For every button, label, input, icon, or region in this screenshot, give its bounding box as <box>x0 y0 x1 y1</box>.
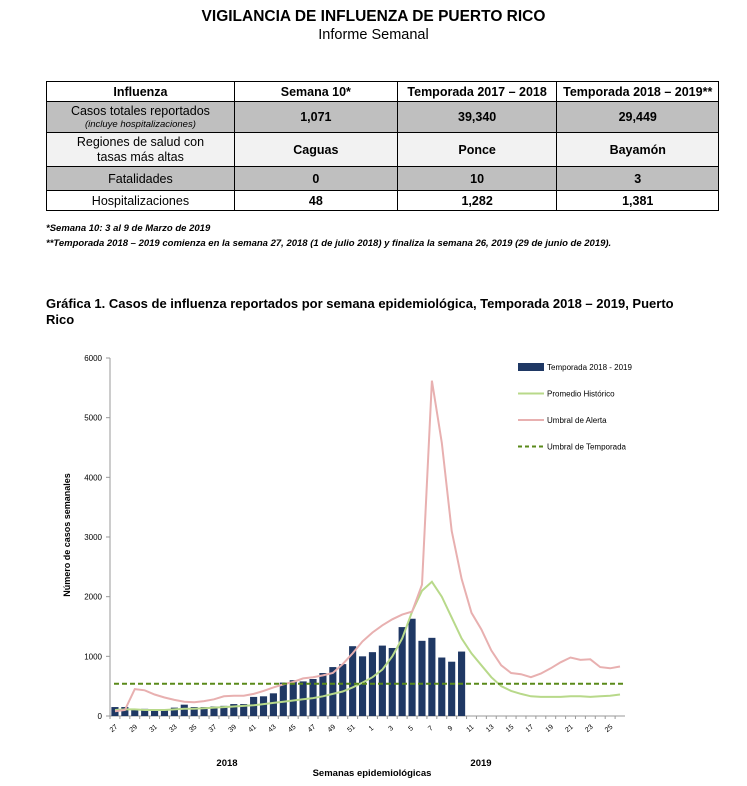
bar <box>448 661 456 716</box>
table-row: Fatalidades 0 10 3 <box>46 166 719 191</box>
year-label-2019: 2019 <box>470 758 491 769</box>
table-cell: 1,282 <box>396 190 558 211</box>
y-tick-label: 0 <box>98 712 103 721</box>
x-tick-label: 45 <box>287 724 298 734</box>
y-tick-label: 2000 <box>84 593 102 602</box>
influenza-chart: 010002000300040005000600027 29 31 33 35 37 39 4… <box>62 354 633 779</box>
footnote-season: **Temporada 2018 – 2019 comienza en la s… <box>46 238 612 249</box>
y-tick-label: 3000 <box>84 533 102 542</box>
x-tick-label: 47 <box>307 724 318 734</box>
table-cell: 0 <box>233 166 398 191</box>
table-header: Temporada 2018 – 2019** <box>556 81 719 102</box>
x-tick-label: 27 <box>109 724 120 734</box>
footnote-week: *Semana 10: 3 al 9 de Marzo de 2019 <box>46 223 211 234</box>
table-row: Hospitalizaciones 48 1,282 1,381 <box>46 190 719 211</box>
row-label-text: Regiones de salud con <box>76 134 205 149</box>
x-tick-label: 25 <box>604 724 615 734</box>
table-cell: 39,340 <box>396 101 558 133</box>
y-tick-label: 5000 <box>84 414 102 423</box>
row-label: Casos totales reportados (incluye hospit… <box>46 101 235 133</box>
x-tick-label: 3 <box>388 725 396 733</box>
legend-label: Temporada 2018 - 2019 <box>547 363 633 372</box>
table-cell: Caguas <box>233 132 398 167</box>
summary-table: Influenza Semana 10* Temporada 2017 – 20… <box>46 81 719 211</box>
table-cell: 1,381 <box>556 190 719 211</box>
x-tick-label: 23 <box>584 724 595 734</box>
year-label-2018: 2018 <box>216 758 237 769</box>
bar <box>378 645 386 716</box>
x-tick-label: 51 <box>346 724 357 734</box>
bar <box>408 618 416 716</box>
row-label-text: tasas más altas <box>97 149 184 164</box>
bar <box>279 682 287 716</box>
chart-axes <box>109 358 625 717</box>
x-tick-label: 17 <box>525 724 536 734</box>
x-tick-label: 33 <box>168 724 179 734</box>
x-tick-label: 37 <box>208 724 219 734</box>
legend-label: Promedio Histórico <box>547 390 615 399</box>
table-cell: 3 <box>556 166 719 191</box>
bar <box>358 656 367 716</box>
x-tick-label: 11 <box>465 724 475 734</box>
legend-label: Umbral de Temporada <box>547 443 627 452</box>
x-tick-label: 19 <box>545 724 556 734</box>
y-tick-label: 6000 <box>84 354 102 363</box>
x-tick-label: 43 <box>267 724 278 734</box>
x-tick-label: 5 <box>407 725 415 733</box>
x-tick-label: 13 <box>485 724 496 734</box>
x-tick-label: 41 <box>247 724 258 734</box>
table-cell: Ponce <box>396 132 558 167</box>
table-row: Casos totales reportados (incluye hospit… <box>46 101 719 133</box>
page-subtitle: Informe Semanal <box>318 27 429 43</box>
table-cell: 10 <box>396 166 558 191</box>
x-tick-label: 9 <box>447 725 455 733</box>
bar <box>269 693 277 716</box>
bar <box>289 680 297 716</box>
page-title: VIGILANCIA DE INFLUENZA DE PUERTO RICO <box>201 8 546 25</box>
legend-label: Umbral de Alerta <box>547 416 607 425</box>
bar <box>319 673 327 716</box>
x-axis-label: Semanas epidemiológicas <box>313 768 432 779</box>
legend-swatch <box>518 363 544 371</box>
table-cell: Bayamón <box>556 132 719 167</box>
y-tick-label: 1000 <box>84 652 102 661</box>
bar <box>438 657 446 716</box>
x-tick-label: 1 <box>368 725 376 733</box>
table-header: Temporada 2017 – 2018 <box>396 81 558 102</box>
alert-threshold-line <box>114 380 621 713</box>
table-cell: 48 <box>233 190 398 211</box>
x-tick-label: 35 <box>188 724 199 734</box>
chart-legend: Temporada 2018 - 2019 Promedio Histórico U… <box>518 363 633 452</box>
bar <box>180 704 188 716</box>
y-tick-label: 4000 <box>84 473 102 482</box>
table-header-row: Influenza Semana 10* Temporada 2017 – 20… <box>46 81 719 102</box>
row-label-note: (incluye hospitalizaciones) <box>84 119 196 130</box>
x-tick-label: 29 <box>129 724 140 734</box>
table-row: Regiones de salud con tasas más altas Ca… <box>46 132 719 167</box>
x-tick-label: 39 <box>228 724 239 734</box>
x-tick-label: 21 <box>564 724 575 734</box>
historic-average-line <box>114 580 621 711</box>
table-cell: 29,449 <box>556 101 719 133</box>
bar <box>259 696 268 716</box>
table-header: Influenza <box>46 81 235 102</box>
x-tick-label: 7 <box>427 725 435 733</box>
table-header: Semana 10* <box>233 81 398 102</box>
row-label: Fatalidades <box>46 166 235 191</box>
row-label: Hospitalizaciones <box>46 190 235 211</box>
x-tick-label: 31 <box>148 724 159 734</box>
bar <box>428 637 436 716</box>
y-axis-label: Número de casos semanales <box>62 473 72 597</box>
row-label-text: Casos totales reportados <box>70 104 210 118</box>
x-tick-label: 49 <box>327 724 338 734</box>
x-tick-label: 15 <box>505 724 516 734</box>
bar <box>250 696 258 716</box>
chart-title: Gráfica 1. Casos de influenza reportados… <box>46 296 674 327</box>
row-label: Regiones de salud con tasas más altas <box>46 132 235 167</box>
bar <box>418 640 426 716</box>
table-cell: 1,071 <box>233 101 398 133</box>
